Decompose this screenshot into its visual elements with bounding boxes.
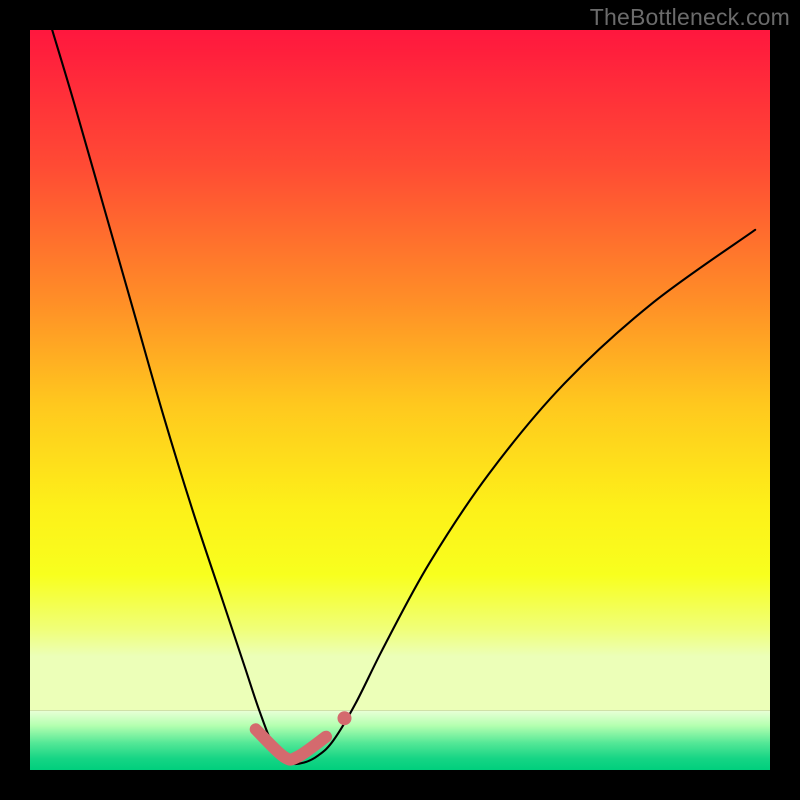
- curve-layer: [30, 30, 770, 770]
- optimal-region-marker: [256, 729, 326, 759]
- plot-area: [30, 30, 770, 770]
- chart-stage: TheBottleneck.com: [0, 0, 800, 800]
- bottleneck-curve: [52, 30, 755, 764]
- optimal-region-dot: [338, 711, 352, 725]
- watermark-text: TheBottleneck.com: [590, 4, 790, 31]
